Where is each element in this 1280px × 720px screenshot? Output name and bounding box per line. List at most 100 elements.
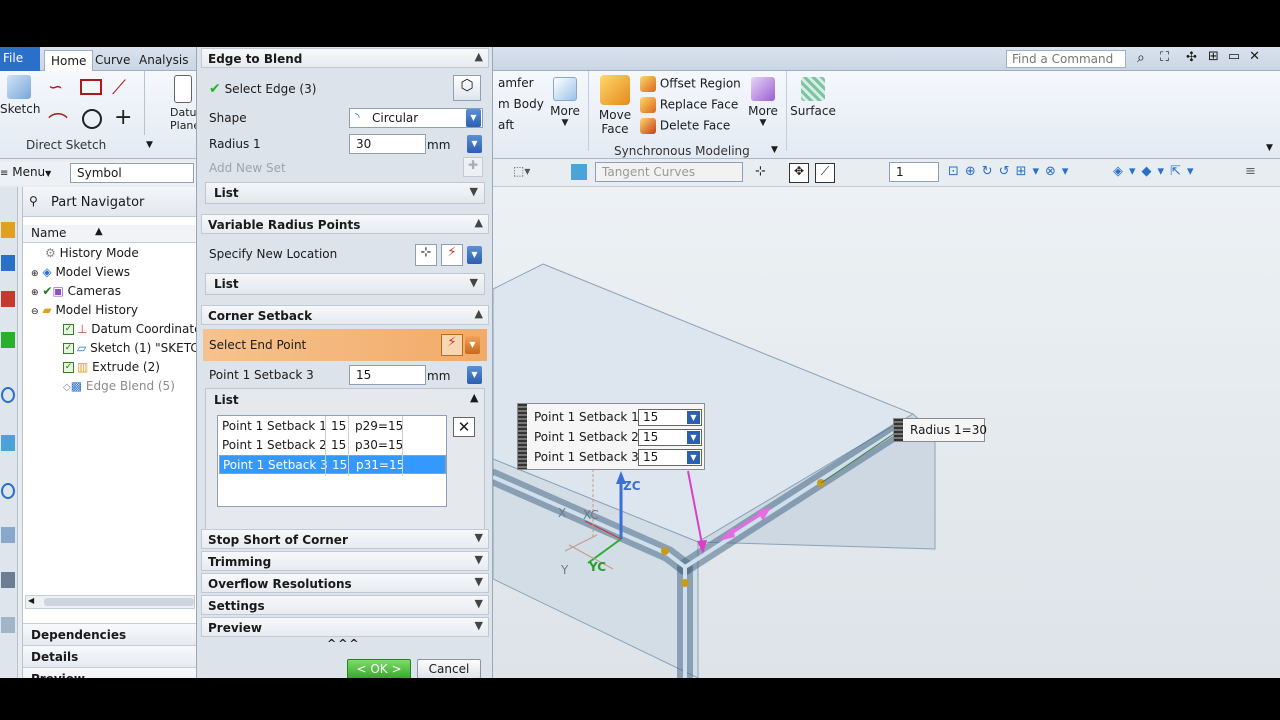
remove-row-button[interactable]: ✕ <box>453 417 475 437</box>
chevron-down-icon[interactable]: ▼ <box>687 451 700 464</box>
tab-home[interactable]: Home <box>44 50 94 71</box>
panel-dependencies[interactable]: Dependencies <box>23 623 197 645</box>
section-settings[interactable]: Settings ▼ <box>201 595 489 615</box>
replace-face-button[interactable]: Replace Face <box>640 97 738 113</box>
tree-item-edge-blend[interactable]: ◇▩ Edge Blend (5) <box>23 379 197 398</box>
panel-details[interactable]: Details <box>23 645 197 667</box>
chevron-down-icon[interactable]: ▼ <box>687 431 700 444</box>
rectangle-icon[interactable] <box>80 79 102 95</box>
chevron-up-icon[interactable]: ▲ <box>470 391 478 404</box>
checkbox-icon[interactable]: ✓ <box>63 343 74 354</box>
select-edge-row[interactable]: ✔ Select Edge (3) <box>209 81 316 97</box>
assembly-navigator-icon[interactable] <box>1 255 15 271</box>
select-end-point-row[interactable]: Select End Point ⚡ ▼ <box>203 329 487 361</box>
list-collapsed-2[interactable]: List ▼ <box>205 273 485 295</box>
chevron-down-icon[interactable]: ▼ <box>146 140 153 150</box>
layer-select[interactable]: 1 <box>889 162 939 182</box>
inferred-point-icon[interactable]: ⚡ <box>441 334 463 356</box>
ribbon-options-icon[interactable]: ▼ <box>1266 143 1273 153</box>
tree-item-sketch[interactable]: ✓ ▱ Sketch (1) "SKETC <box>23 341 199 360</box>
chevron-down-icon[interactable]: ▼ <box>465 336 480 354</box>
tab-analysis[interactable]: Analysis <box>133 50 194 71</box>
list-collapsed-1[interactable]: List ▼ <box>205 182 485 204</box>
web-browser-icon[interactable] <box>1 387 15 403</box>
setback-point[interactable] <box>661 547 669 555</box>
tree-item-history-mode[interactable]: ⚙ History Mode <box>23 246 197 265</box>
draft-button[interactable]: aft <box>498 118 514 132</box>
part-navigator-icon[interactable] <box>1 222 15 238</box>
snap-point-icon[interactable]: ⊹ <box>755 164 766 179</box>
chevron-down-icon[interactable]: ▼ <box>475 597 483 610</box>
pin-icon[interactable]: ✣ <box>1186 50 1197 65</box>
command-search-input[interactable]: Find a Command <box>1006 50 1126 68</box>
process-studio-icon[interactable] <box>1 572 15 588</box>
table-row[interactable]: Point 1 Setback 2 15 p30=15 <box>219 436 446 455</box>
roles-icon[interactable] <box>1 617 15 633</box>
tab-file[interactable]: File <box>0 47 40 71</box>
chevron-down-icon[interactable]: ▼ <box>466 109 481 127</box>
chevron-down-icon[interactable]: ▼ <box>771 145 778 155</box>
section-trimming[interactable]: Trimming ▼ <box>201 551 489 571</box>
chevron-down-icon[interactable]: ▼ <box>467 366 482 384</box>
section-edge-to-blend[interactable]: Edge to Blend ▲ <box>201 48 489 68</box>
callout-drag-handle[interactable] <box>518 404 527 469</box>
datum-plane-button[interactable]: Datum Plane <box>170 75 196 134</box>
section-corner-setback[interactable]: Corner Setback ▲ <box>201 305 489 325</box>
sketch-button[interactable]: Sketch <box>0 75 40 116</box>
cancel-button[interactable]: Cancel <box>417 659 481 678</box>
collapse-icon[interactable]: ⊖ <box>31 307 39 317</box>
reuse-library-icon[interactable] <box>1 332 15 348</box>
tab-curve[interactable]: Curve <box>89 50 136 71</box>
checkbox-icon[interactable]: ✓ <box>63 324 74 335</box>
callout-setback1-input[interactable]: 15 ▼ <box>638 409 702 426</box>
scroll-thumb[interactable] <box>44 598 194 606</box>
checkbox-icon[interactable]: ✓ <box>63 362 74 373</box>
tree-item-datum[interactable]: ✓ ⊥ Datum Coordinate <box>23 322 201 341</box>
navigator-hscrollbar[interactable]: ◀ <box>25 595 195 609</box>
chevron-down-icon[interactable]: ▼ <box>467 135 482 153</box>
line-snap-icon[interactable]: ⟋ <box>815 163 835 183</box>
type-filter-select[interactable]: Symbol <box>70 163 194 183</box>
pin-icon[interactable]: ⚲ <box>29 194 38 208</box>
line-icon[interactable]: ⟋ <box>112 75 126 99</box>
hd3d-tools-icon[interactable] <box>1 435 15 451</box>
callout-drag-handle[interactable] <box>894 419 903 441</box>
ok-button[interactable]: < OK > <box>347 659 411 678</box>
chevron-down-icon[interactable]: ▼ <box>470 185 478 198</box>
expand-all-icon[interactable]: ^^^ <box>327 637 361 650</box>
point-icon[interactable]: + <box>114 105 132 130</box>
chevron-up-icon[interactable]: ▲ <box>475 307 483 320</box>
tree-item-cameras[interactable]: ⊕ ✔▣ Cameras <box>23 284 197 303</box>
column-header-name[interactable]: Name ▲ <box>23 225 197 243</box>
arc-icon[interactable]: ⌒ <box>48 107 68 136</box>
callout-setback3-input[interactable]: 15 ▼ <box>638 449 702 466</box>
offset-region-button[interactable]: Offset Region <box>640 76 741 92</box>
chevron-up-icon[interactable]: ▲ <box>475 50 483 63</box>
delete-face-button[interactable]: Delete Face <box>640 118 730 134</box>
solid-select-icon[interactable] <box>571 164 587 180</box>
fit-window-icon[interactable]: ⛶ <box>1160 50 1169 65</box>
chevron-down-icon[interactable]: ▼ <box>687 411 700 424</box>
toolbar-options-icon[interactable]: ≡ <box>1245 164 1256 179</box>
table-row[interactable]: Point 1 Setback 1 15 p29=15 <box>219 417 446 436</box>
surface-button[interactable]: Surface <box>790 77 836 118</box>
selection-box-icon[interactable]: ⬚▾ <box>513 164 530 178</box>
expand-icon[interactable]: ⊕ <box>31 288 39 298</box>
circle-icon[interactable] <box>82 109 102 129</box>
add-new-set-icon[interactable]: ✚ <box>463 157 483 177</box>
sketch-gallery-scroll[interactable] <box>144 71 156 135</box>
callout-setback2-input[interactable]: 15 ▼ <box>638 429 702 446</box>
chevron-down-icon[interactable]: ▼ <box>475 619 483 632</box>
sync-more-button[interactable]: More ▼ <box>744 77 782 128</box>
section-overflow[interactable]: Overflow Resolutions ▼ <box>201 573 489 593</box>
inferred-point-icon[interactable]: ⚡ <box>441 244 463 266</box>
section-variable-radius[interactable]: Variable Radius Points ▲ <box>201 214 489 234</box>
render-style-icons[interactable]: ◈▾◆▾⇱▾ <box>1113 164 1199 179</box>
curve-rule-select[interactable]: Tangent Curves <box>595 162 743 182</box>
graphics-window[interactable]: ZC XC YC X Y Point 1 Setback 1 15 ▼ Point… <box>493 159 1280 678</box>
setback-point[interactable] <box>681 579 689 587</box>
search-icon[interactable]: ⌕ <box>1137 50 1145 66</box>
select-edge-button[interactable]: ⬡ <box>453 75 481 101</box>
move-face-button[interactable]: Move Face <box>596 75 634 136</box>
view-orientation-icons[interactable]: ⊡⊕↻↺⊞▾⊗▾ <box>948 164 1074 179</box>
